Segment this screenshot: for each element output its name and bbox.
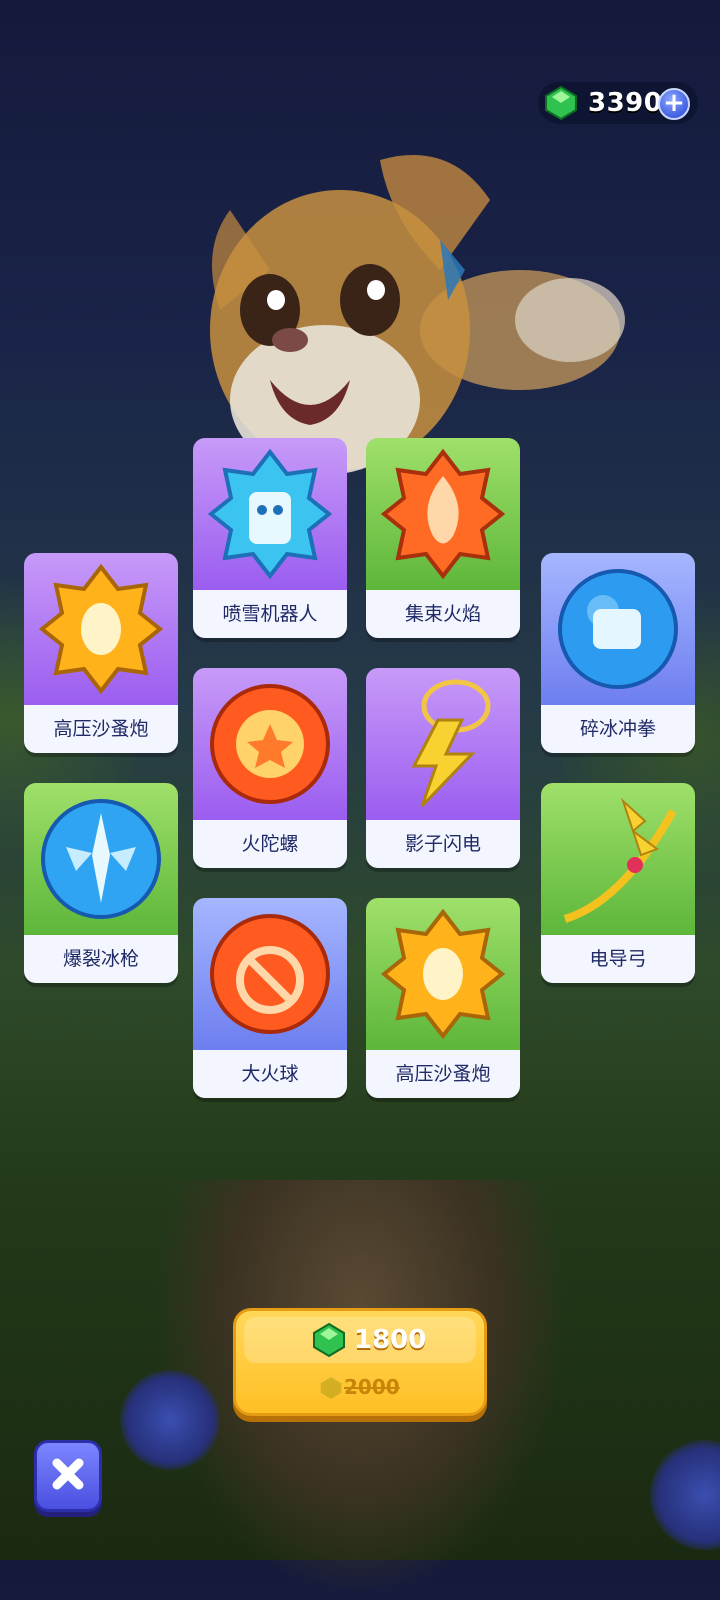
card-label: 喷雪机器人 (193, 590, 347, 638)
snow-robot-icon (207, 448, 333, 580)
reward-card[interactable]: 爆裂冰枪 (24, 783, 178, 983)
close-icon (52, 1458, 84, 1490)
sandflea-cannon-icon (38, 563, 164, 695)
card-label: 高压沙蚤炮 (366, 1050, 520, 1098)
gem-icon (313, 1322, 345, 1358)
card-label: 爆裂冰枪 (24, 935, 178, 983)
reward-card[interactable]: 高压沙蚤炮 (24, 553, 178, 753)
card-label: 大火球 (193, 1050, 347, 1098)
gem-icon (545, 85, 577, 121)
add-gems-button[interactable]: + (658, 88, 690, 120)
card-label: 影子闪电 (366, 820, 520, 868)
card-label: 火陀螺 (193, 820, 347, 868)
reward-card[interactable]: 喷雪机器人 (193, 438, 347, 638)
fire-top-icon (210, 684, 330, 804)
reward-card[interactable]: 高压沙蚤炮 (366, 898, 520, 1098)
reward-card[interactable]: 大火球 (193, 898, 347, 1098)
shadow-lightning-icon (411, 679, 491, 808)
price-current: 1800 (354, 1325, 427, 1355)
reward-card[interactable]: 火陀螺 (193, 668, 347, 868)
gem-amount: 3390 (588, 88, 663, 118)
reward-card[interactable]: 集束火焰 (366, 438, 520, 638)
burst-ice-spear-icon (41, 799, 161, 919)
gem-icon (320, 1377, 342, 1399)
plus-icon: + (663, 88, 685, 118)
sandflea-cannon-icon (380, 908, 506, 1040)
purchase-button[interactable]: 1800 2000 (233, 1308, 487, 1416)
card-label: 电导弓 (541, 935, 695, 983)
close-button[interactable] (34, 1440, 102, 1512)
gem-balance: 3390 + (538, 82, 698, 124)
big-fireball-icon (210, 914, 330, 1034)
card-label: 集束火焰 (366, 590, 520, 638)
card-label: 碎冰冲拳 (541, 705, 695, 753)
cluster-flame-icon (380, 448, 506, 580)
conductive-bow-icon (563, 797, 677, 923)
card-label: 高压沙蚤炮 (24, 705, 178, 753)
reward-card[interactable]: 影子闪电 (366, 668, 520, 868)
ice-punch-icon (558, 569, 678, 689)
reward-card[interactable]: 电导弓 (541, 783, 695, 983)
price-original: 2000 (344, 1375, 400, 1399)
reward-card[interactable]: 碎冰冲拳 (541, 553, 695, 753)
